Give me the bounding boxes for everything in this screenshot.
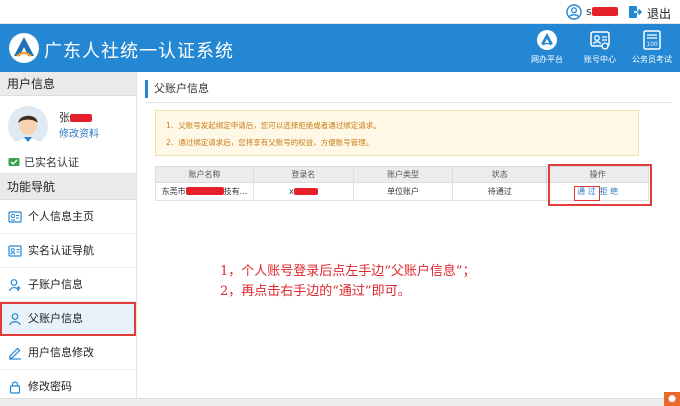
avatar-person-icon (8, 106, 48, 146)
main-content: 父账户信息 1、父账号发起绑定申请后，您可以选择拒绝或者通过绑定请求。 2、通过… (145, 80, 672, 400)
id-card-icon (8, 211, 22, 223)
horizontal-scrollbar[interactable] (0, 398, 680, 406)
table-row: 东莞市 技有... x 单位账户 待通过 通 过拒 绝 (155, 182, 649, 201)
sidebar-item-label: 子账户信息 (28, 278, 83, 291)
parent-account-table: 账户名称 登录名 账户类型 状态 操作 东莞市 技有... x 单位账户 待通过 … (155, 166, 649, 201)
approve-button[interactable]: 通 过 (577, 187, 596, 196)
profile-name-text: 张 (59, 111, 70, 124)
nav-civil-exam[interactable]: 100 公务员考试 (628, 29, 676, 69)
profile-name: 张 (59, 109, 92, 125)
notice-box: 1、父账号发起绑定申请后，您可以选择拒绝或者通过绑定请求。 2、通过绑定请求后，… (155, 110, 639, 156)
verified-label: 已实名认证 (24, 156, 79, 169)
sidebar-item-edit-user[interactable]: 用户信息修改 (0, 336, 136, 370)
parent-account-icon (9, 313, 21, 326)
col-account-type: 账户类型 (352, 166, 454, 183)
corner-badge-icon: ● (664, 392, 680, 406)
portal-icon (537, 30, 557, 50)
exam-icon: 100 (643, 30, 661, 50)
site-header: 广东人社统一认证系统 网办平台 账号中心 100 公务员考试 (0, 24, 680, 72)
nav-account-center[interactable]: 账号中心 (576, 29, 624, 69)
verified-badge-icon (8, 158, 20, 166)
verified-status: 已实名认证 (8, 154, 79, 170)
instruction-annotation: 1，个人账号登录后点左手边“父账户信息”； 2，再点击右手边的“通过”即可。 (220, 262, 476, 302)
instruction-line-2: 2，再点击右手边的“通过”即可。 (220, 284, 411, 299)
logout-button[interactable]: 退出 (647, 5, 671, 22)
sidebar-item-verify-nav[interactable]: 实名认证导航 (0, 234, 136, 268)
user-circle-icon[interactable] (566, 4, 582, 20)
sidebar-item-sub-account[interactable]: 子账户信息 (0, 268, 136, 302)
breadcrumb-divider (145, 102, 672, 103)
cell-login-name: x (252, 182, 354, 201)
sidebar-item-label: 个人信息主页 (28, 210, 94, 223)
col-login-name: 登录名 (252, 166, 354, 183)
nav-section-title: 功能导航 (0, 174, 136, 200)
col-status: 状态 (452, 166, 548, 183)
login-name-prefix: x (288, 187, 294, 196)
cell-status: 待通过 (452, 182, 548, 201)
sub-account-icon (8, 279, 21, 292)
redaction-mark (293, 188, 318, 195)
instruction-line-1: 1，个人账号登录后点左手边“父账户信息”； (220, 264, 476, 279)
nav-civil-exam-label: 公务员考试 (632, 55, 672, 64)
cell-account-name: 东莞市 技有... (155, 182, 254, 201)
user-section-title: 用户信息 (0, 72, 136, 96)
avatar (8, 106, 48, 146)
cell-account-type: 单位账户 (352, 182, 454, 201)
breadcrumb: 父账户信息 (145, 80, 672, 98)
cell-actions: 通 过拒 绝 (546, 182, 649, 201)
site-title: 广东人社统一认证系统 (44, 41, 234, 62)
edit-profile-link[interactable]: 修改资料 (59, 125, 99, 140)
svg-text:100: 100 (646, 41, 658, 48)
table-header-row: 账户名称 登录名 账户类型 状态 操作 (155, 166, 649, 183)
col-actions: 操作 (546, 166, 649, 183)
profile-card: 张 修改资料 已实名认证 (0, 96, 136, 174)
sidebar-item-label: 用户信息修改 (28, 346, 94, 359)
reject-button[interactable]: 拒 绝 (600, 187, 619, 196)
account-name-suffix: 技有... (223, 187, 248, 196)
notice-line-2: 2、通过绑定请求后，您将享有父账号的权益，方便账号管理。 (166, 138, 374, 147)
col-account-name: 账户名称 (155, 166, 254, 183)
redaction-mark (185, 187, 224, 195)
redaction-mark (591, 7, 618, 16)
lock-icon (9, 381, 21, 394)
edit-icon (9, 347, 21, 360)
sidebar-item-label: 父账户信息 (28, 312, 83, 325)
account-name-prefix: 东莞市 (161, 187, 186, 196)
nav-account-center-label: 账号中心 (584, 55, 616, 64)
nav-portal-label: 网办平台 (531, 55, 563, 64)
verify-card-icon (8, 245, 22, 257)
username-text: s (586, 5, 592, 18)
redaction-mark (70, 114, 92, 122)
nav-portal[interactable]: 网办平台 (523, 29, 571, 69)
logout-icon[interactable] (628, 5, 642, 19)
sidebar-item-profile-home[interactable]: 个人信息主页 (0, 200, 136, 234)
site-logo-icon (9, 33, 39, 63)
notice-line-1: 1、父账号发起绑定申请后，您可以选择拒绝或者通过绑定请求。 (166, 121, 381, 130)
sidebar-item-label: 修改密码 (28, 380, 72, 393)
username-display[interactable]: s (586, 5, 618, 18)
sidebar: 用户信息 张 修改资料 已实名认证 功能导航 个人信息主页 实名认证导航 子账户… (0, 72, 137, 406)
sidebar-item-parent-account[interactable]: 父账户信息 (0, 302, 136, 336)
sidebar-item-label: 实名认证导航 (28, 244, 94, 257)
top-utility-bar: s 退出 (0, 0, 680, 24)
account-center-icon (590, 31, 610, 50)
